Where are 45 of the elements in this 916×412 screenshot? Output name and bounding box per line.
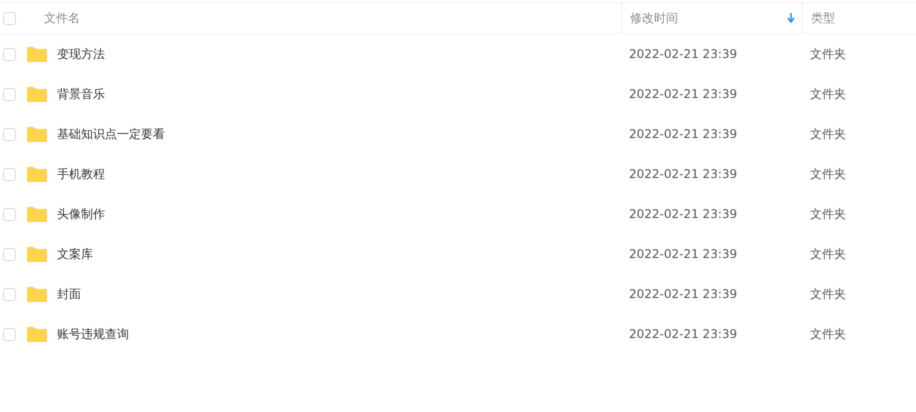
column-header[interactable]: 文件名 xyxy=(44,10,621,26)
folder-name[interactable]: 封面 xyxy=(57,286,81,302)
file-type: 文件夹 xyxy=(810,206,846,220)
checkbox[interactable] xyxy=(3,48,16,60)
modified-time: 2022-02-21 23:39 xyxy=(629,87,738,101)
folder-name[interactable]: 背景音乐 xyxy=(57,86,105,102)
folder-name[interactable]: 账号违规查询 xyxy=(57,326,129,342)
folder-name[interactable]: 手机教程 xyxy=(57,166,105,182)
checkbox[interactable] xyxy=(3,328,16,340)
file-type: 文件夹 xyxy=(810,166,846,180)
modified-time: 2022-02-21 23:39 xyxy=(629,287,738,301)
folder-name[interactable]: 变现方法 xyxy=(57,46,105,62)
sort-down-icon[interactable] xyxy=(787,13,795,23)
checkbox[interactable] xyxy=(3,88,16,100)
checkbox[interactable] xyxy=(3,168,16,180)
folder-icon xyxy=(27,326,47,342)
folder-icon xyxy=(27,46,47,62)
modified-time: 2022-02-21 23:39 xyxy=(629,167,738,181)
folder-icon xyxy=(27,166,47,182)
folder-icon xyxy=(27,246,47,262)
modified-time: 2022-02-21 23:39 xyxy=(629,247,738,261)
checkbox[interactable] xyxy=(3,12,16,24)
folder-icon xyxy=(27,86,47,102)
modified-time: 2022-02-21 23:39 xyxy=(629,47,738,61)
modified-time: 2022-02-21 23:39 xyxy=(629,207,738,221)
folder-icon xyxy=(27,286,47,302)
file-type: 文件夹 xyxy=(810,246,846,260)
folder-name[interactable]: 头像制作 xyxy=(57,206,105,222)
checkbox[interactable] xyxy=(3,208,16,220)
folder-name[interactable]: 文案库 xyxy=(57,246,93,262)
checkbox[interactable] xyxy=(3,128,16,140)
folder-icon xyxy=(27,126,47,142)
column-header[interactable]: 修改时间 xyxy=(621,3,802,33)
file-type: 文件夹 xyxy=(810,126,846,140)
modified-time: 2022-02-21 23:39 xyxy=(629,327,738,341)
column-header[interactable]: 类型 xyxy=(802,3,916,33)
file-type: 文件夹 xyxy=(810,46,846,60)
folder-name[interactable]: 基础知识点一定要看 xyxy=(57,126,165,142)
modified-time: 2022-02-21 23:39 xyxy=(629,127,738,141)
file-type: 文件夹 xyxy=(810,286,846,300)
file-type: 文件夹 xyxy=(810,326,846,340)
checkbox[interactable] xyxy=(3,248,16,260)
file-type: 文件夹 xyxy=(810,86,846,100)
folder-icon xyxy=(27,206,47,222)
checkbox[interactable] xyxy=(3,288,16,300)
